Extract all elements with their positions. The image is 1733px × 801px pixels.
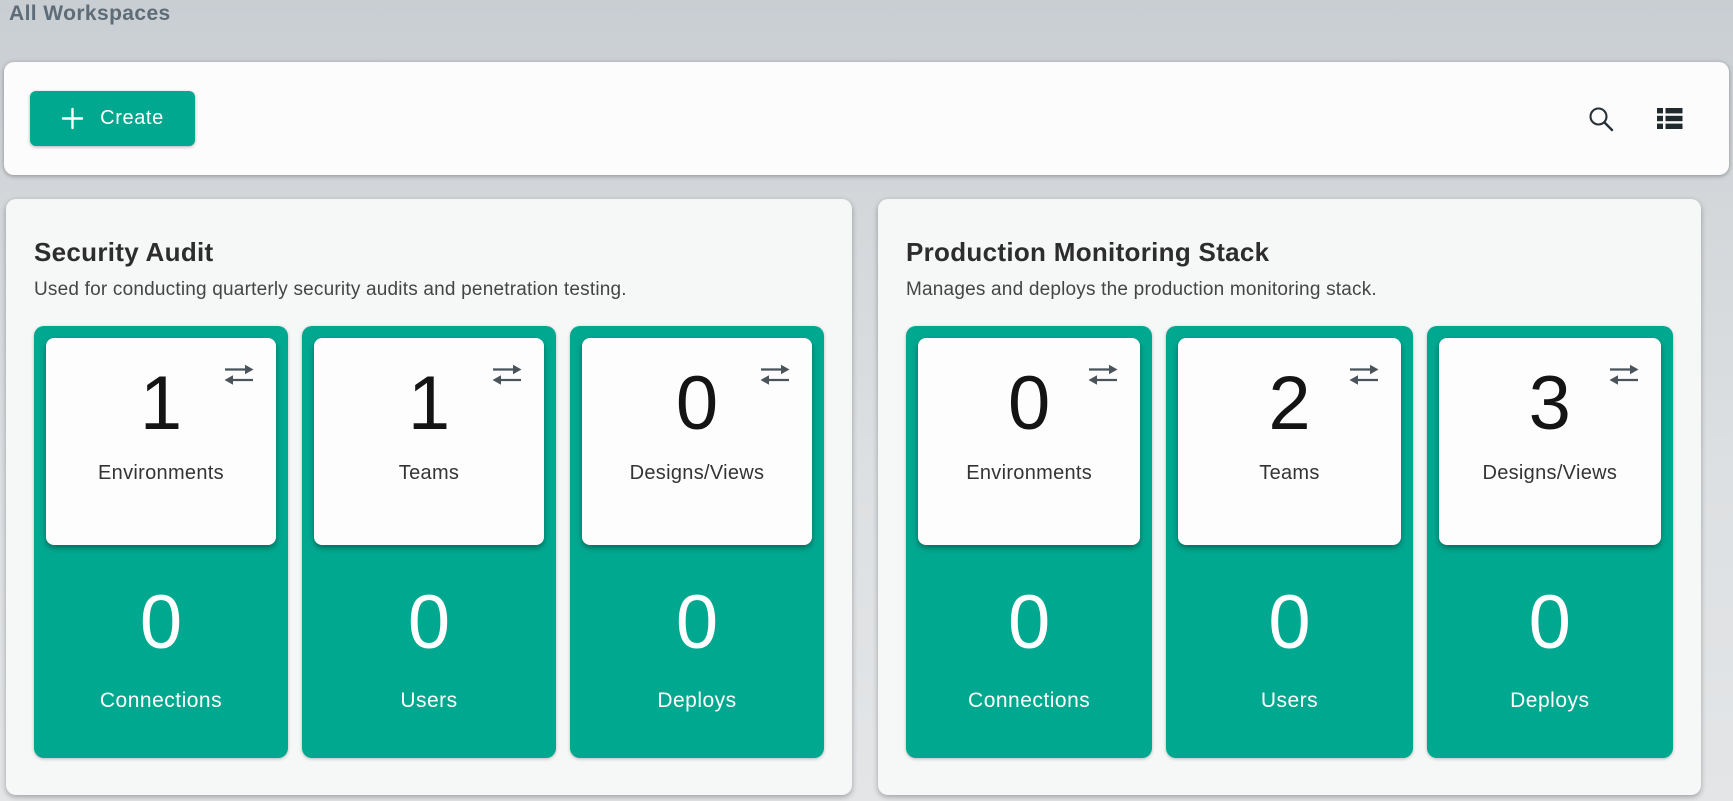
stat-bottom-label: Users (1261, 689, 1318, 713)
stat-top-label: Environments (98, 462, 224, 485)
stat-card[interactable]: 2 Teams (1178, 338, 1400, 545)
swap-icon[interactable] (490, 362, 524, 392)
workspaces-row: Security Audit Used for conducting quart… (6, 199, 1701, 795)
view-list-icon[interactable] (1650, 101, 1689, 136)
stat-bottom: 0 Connections (46, 545, 276, 758)
stat-tile: 1 Environments 0 Connections (34, 326, 288, 758)
stat-top-value: 1 (408, 366, 450, 442)
stat-bottom-value: 0 (1268, 585, 1310, 661)
swap-icon[interactable] (1607, 362, 1641, 392)
create-button-label: Create (100, 107, 164, 130)
stat-top-value: 1 (140, 366, 182, 442)
stat-top-label: Designs/Views (630, 462, 765, 485)
stat-bottom-value: 0 (676, 585, 718, 661)
swap-icon[interactable] (222, 362, 256, 392)
stat-top-label: Designs/Views (1482, 462, 1617, 485)
stat-bottom-value: 0 (1529, 585, 1571, 661)
workspace-description: Used for conducting quarterly security a… (34, 279, 824, 301)
stat-bottom: 0 Connections (918, 545, 1140, 758)
workspace-card[interactable]: Security Audit Used for conducting quart… (6, 199, 852, 795)
swap-icon[interactable] (758, 362, 792, 392)
stat-bottom: 0 Users (314, 545, 544, 758)
swap-icon[interactable] (1086, 362, 1120, 392)
stat-top-label: Teams (1259, 462, 1319, 485)
workspace-stats: 0 Environments 0 Connections 2 Teams 0 U… (906, 326, 1673, 758)
stat-card[interactable]: 3 Designs/Views (1439, 338, 1661, 545)
stat-tile: 0 Environments 0 Connections (906, 326, 1152, 758)
stat-bottom-value: 0 (1008, 585, 1050, 661)
stat-bottom-label: Users (400, 689, 457, 713)
stat-bottom-value: 0 (140, 585, 182, 661)
stat-top-label: Teams (399, 462, 459, 485)
create-button[interactable]: Create (30, 91, 195, 146)
stat-top-value: 3 (1529, 366, 1571, 442)
stat-card[interactable]: 1 Teams (314, 338, 544, 545)
stat-card[interactable]: 1 Environments (46, 338, 276, 545)
stat-bottom-label: Connections (100, 689, 222, 713)
stat-bottom: 0 Deploys (1439, 545, 1661, 758)
stat-top-value: 2 (1268, 366, 1310, 442)
stat-tile: 0 Designs/Views 0 Deploys (570, 326, 824, 758)
stat-tile: 3 Designs/Views 0 Deploys (1427, 326, 1673, 758)
stat-tile: 2 Teams 0 Users (1166, 326, 1412, 758)
plus-icon (61, 107, 84, 130)
stat-bottom-label: Deploys (1510, 689, 1589, 713)
toolbar: Create (4, 62, 1729, 175)
stat-card[interactable]: 0 Environments (918, 338, 1140, 545)
stat-top-value: 0 (676, 366, 718, 442)
stat-bottom-label: Connections (968, 689, 1090, 713)
workspace-title: Production Monitoring Stack (906, 237, 1673, 268)
stat-bottom-label: Deploys (657, 689, 736, 713)
stat-bottom: 0 Users (1178, 545, 1400, 758)
swap-icon[interactable] (1347, 362, 1381, 392)
stat-top-label: Environments (966, 462, 1092, 485)
workspace-title: Security Audit (34, 237, 824, 268)
search-icon[interactable] (1582, 100, 1620, 138)
workspace-stats: 1 Environments 0 Connections 1 Teams 0 U… (34, 326, 824, 758)
page-title: All Workspaces (9, 2, 171, 26)
toolbar-icons (1582, 100, 1703, 138)
stat-bottom-value: 0 (408, 585, 450, 661)
stat-bottom: 0 Deploys (582, 545, 812, 758)
stat-tile: 1 Teams 0 Users (302, 326, 556, 758)
workspace-card[interactable]: Production Monitoring Stack Manages and … (878, 199, 1701, 795)
workspace-description: Manages and deploys the production monit… (906, 279, 1673, 301)
stat-top-value: 0 (1008, 366, 1050, 442)
stat-card[interactable]: 0 Designs/Views (582, 338, 812, 545)
